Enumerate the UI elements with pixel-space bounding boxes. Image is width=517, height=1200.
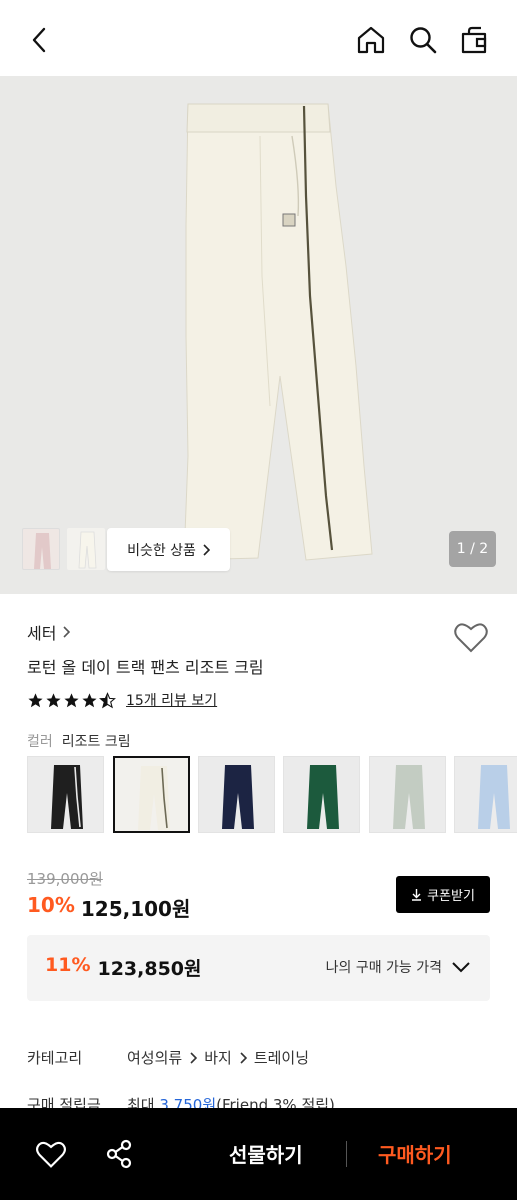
similar-products-button[interactable]: 비슷한 상품 bbox=[107, 528, 230, 571]
brand-link[interactable]: 세터 bbox=[27, 620, 71, 644]
wishlist-button[interactable] bbox=[453, 620, 489, 654]
bottom-action-bar: 선물하기 구매하기 bbox=[0, 1108, 517, 1200]
search-button[interactable] bbox=[403, 20, 443, 60]
color-swatch-sage[interactable] bbox=[369, 756, 446, 833]
chevron-down-icon bbox=[452, 961, 470, 972]
home-icon bbox=[357, 26, 385, 54]
heart-icon bbox=[36, 1141, 66, 1168]
sale-price-row: 10% 125,100원 bbox=[27, 893, 190, 922]
top-header bbox=[0, 0, 517, 76]
color-swatch-green[interactable] bbox=[283, 756, 360, 833]
rating-row: 15개 리뷰 보기 bbox=[27, 690, 217, 710]
brand-name: 세터 bbox=[27, 624, 57, 643]
my-price-values: 11% 123,850원 bbox=[45, 954, 202, 981]
my-price-amount: 123,850원 bbox=[97, 958, 202, 980]
discount-rate: 10% bbox=[27, 893, 75, 917]
original-price: 139,000원 bbox=[27, 870, 103, 888]
color-swatch-navy[interactable] bbox=[198, 756, 275, 833]
my-price-discount: 11% bbox=[45, 954, 91, 976]
color-value: 리조트 크림 bbox=[61, 734, 131, 750]
cart-button[interactable] bbox=[454, 20, 494, 60]
coupon-button[interactable]: 쿠폰받기 bbox=[396, 876, 490, 913]
chevron-right-icon bbox=[63, 626, 71, 638]
similar-products-label: 비슷한 상품 bbox=[127, 542, 196, 559]
image-counter: 1 / 2 bbox=[449, 531, 496, 567]
star-icon bbox=[64, 692, 79, 707]
home-button[interactable] bbox=[351, 20, 391, 60]
share-icon bbox=[106, 1139, 132, 1169]
gallery-thumbnail[interactable] bbox=[67, 528, 105, 570]
category-row: 카테고리 여성의류 바지 트레이닝 bbox=[27, 1047, 309, 1068]
color-row: 컬러 리조트 크림 bbox=[27, 731, 131, 751]
star-icon bbox=[28, 692, 43, 707]
color-swatch-list bbox=[27, 756, 517, 834]
sale-price: 125,100원 bbox=[80, 897, 191, 921]
color-swatch-sky[interactable] bbox=[454, 756, 517, 833]
buy-button[interactable]: 구매하기 bbox=[378, 1139, 452, 1168]
divider bbox=[346, 1141, 347, 1167]
product-photo bbox=[183, 103, 373, 561]
chevron-right-icon bbox=[240, 1051, 247, 1064]
category-link[interactable]: 여성의류 bbox=[127, 1047, 182, 1068]
my-price-toggle[interactable]: 나의 구매 가능 가격 bbox=[326, 957, 470, 977]
chevron-left-icon bbox=[32, 27, 46, 53]
bottom-wishlist-button[interactable] bbox=[35, 1139, 67, 1169]
gift-button[interactable]: 선물하기 bbox=[229, 1139, 303, 1168]
gallery-thumbnail[interactable] bbox=[22, 528, 60, 570]
color-label: 컬러 bbox=[27, 734, 53, 750]
color-swatch-black[interactable] bbox=[27, 756, 104, 833]
category-link[interactable]: 바지 bbox=[204, 1047, 232, 1068]
product-name: 로턴 올 데이 트랙 팬츠 리조트 크림 bbox=[27, 658, 264, 677]
back-button[interactable] bbox=[20, 20, 60, 60]
coupon-label: 쿠폰받기 bbox=[427, 889, 475, 904]
rating-stars bbox=[27, 691, 116, 709]
half-star-icon bbox=[99, 691, 116, 708]
category-link[interactable]: 트레이닝 bbox=[254, 1047, 309, 1068]
download-icon bbox=[412, 889, 422, 901]
heart-icon bbox=[454, 623, 488, 653]
my-price-box[interactable]: 11% 123,850원 나의 구매 가능 가격 bbox=[27, 935, 490, 1001]
chevron-right-icon bbox=[203, 543, 210, 556]
chevron-right-icon bbox=[190, 1051, 198, 1064]
star-icon bbox=[82, 692, 97, 707]
color-swatch-cream[interactable] bbox=[113, 756, 190, 833]
review-link[interactable]: 15개 리뷰 보기 bbox=[126, 690, 217, 710]
search-icon bbox=[410, 27, 437, 54]
category-label: 카테고리 bbox=[27, 1049, 83, 1067]
my-price-label: 나의 구매 가능 가격 bbox=[325, 960, 442, 976]
product-image-gallery[interactable]: 비슷한 상품 1 / 2 bbox=[0, 76, 517, 594]
share-button[interactable] bbox=[103, 1138, 135, 1170]
shopping-bag-icon bbox=[461, 26, 487, 54]
category-path: 여성의류 바지 트레이닝 bbox=[127, 1047, 309, 1068]
star-icon bbox=[46, 692, 61, 707]
